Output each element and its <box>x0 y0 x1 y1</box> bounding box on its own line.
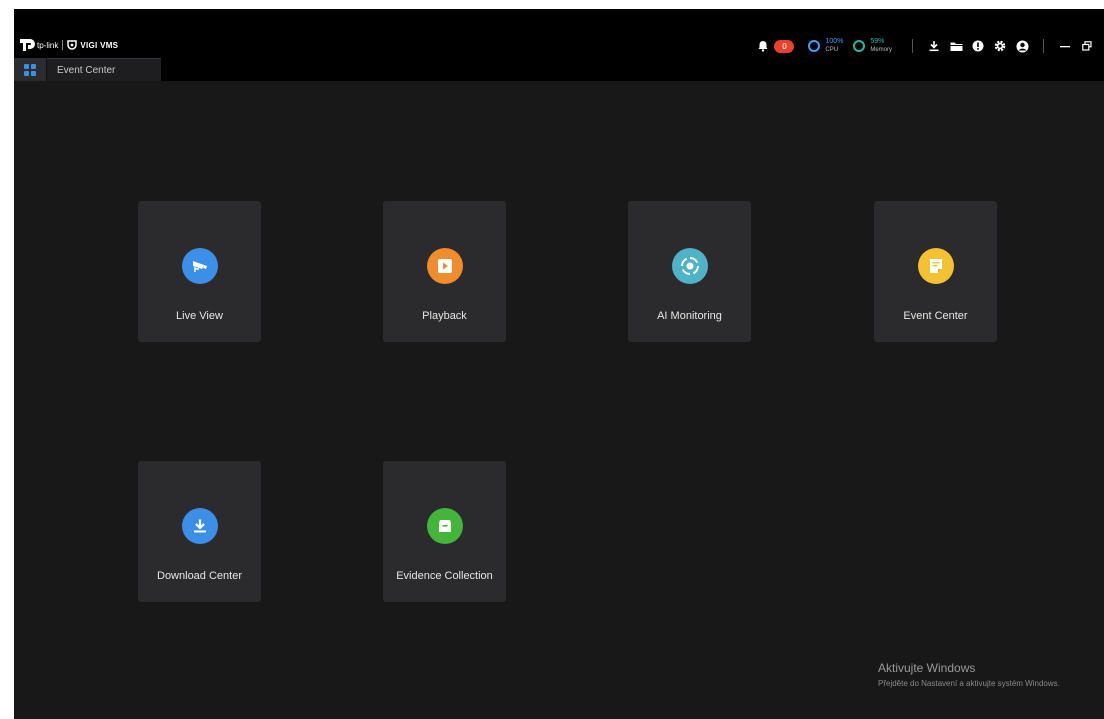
memory-percent: 59% <box>870 38 885 45</box>
cpu-label: CPU <box>825 47 839 53</box>
tile-label: AI Monitoring <box>657 310 722 322</box>
bell-icon <box>754 37 772 55</box>
watermark-subtitle: Přejděte do Nastavení a aktivujte systém… <box>878 679 1060 688</box>
folder-icon[interactable] <box>947 37 965 55</box>
tile-label: Evidence Collection <box>396 570 493 582</box>
grid-icon <box>24 63 36 76</box>
notification-button[interactable]: 0 <box>754 37 795 55</box>
download-icon[interactable] <box>925 37 943 55</box>
tp-link-logo-icon <box>20 39 35 51</box>
download-icon <box>181 508 218 544</box>
play-icon <box>426 248 463 284</box>
tab-label: Event Center <box>57 64 116 76</box>
tab-strip: Event Center <box>14 58 161 81</box>
tile-download-center[interactable]: Download Center <box>138 461 261 602</box>
cpu-ring-icon <box>808 40 821 52</box>
info-icon[interactable] <box>969 37 987 55</box>
tile-playback[interactable]: Playback <box>383 201 506 342</box>
gear-icon[interactable] <box>991 37 1009 55</box>
logo-divider <box>62 40 64 50</box>
memory-ring-icon <box>853 40 866 52</box>
minimize-icon[interactable] <box>1056 37 1074 55</box>
window-controls-divider <box>1043 39 1044 53</box>
app-window: tp-link VIGI VMS Event Center 0 100% CPU… <box>14 9 1104 719</box>
tile-label: Playback <box>422 310 467 322</box>
tile-label: Download Center <box>157 570 242 582</box>
tile-event-center[interactable]: Event Center <box>874 201 997 342</box>
tile-evidence-collection[interactable]: Evidence Collection <box>383 461 506 602</box>
note-icon <box>917 248 954 284</box>
vigi-vms-text: VIGI VMS <box>80 40 119 50</box>
avatar-icon[interactable] <box>1013 37 1031 55</box>
restore-icon[interactable] <box>1078 37 1096 55</box>
tile-label: Event Center <box>903 310 968 322</box>
ai-target-icon <box>671 248 708 284</box>
tile-live-view[interactable]: Live View <box>138 201 261 342</box>
watermark-title: Aktivujte Windows <box>878 661 976 675</box>
notification-count-badge: 0 <box>774 39 795 53</box>
memory-label: Memory <box>870 47 892 53</box>
tab-event-center[interactable]: Event Center <box>47 58 161 81</box>
memory-meter: 59% Memory <box>853 38 892 54</box>
status-toolbar: 0 100% CPU 59% Memory <box>754 36 1104 56</box>
camera-icon <box>181 248 218 284</box>
cpu-percent: 100% <box>825 38 844 45</box>
toolbar-divider <box>912 39 913 53</box>
archive-icon <box>426 508 463 544</box>
vigi-shield-icon <box>67 40 78 50</box>
tile-ai-monitoring[interactable]: AI Monitoring <box>628 201 751 342</box>
logo: tp-link VIGI VMS <box>18 37 118 53</box>
tp-link-text: tp-link <box>37 40 59 50</box>
home-tab[interactable] <box>14 58 47 81</box>
tile-label: Live View <box>176 310 223 322</box>
windows-activation-watermark: Aktivujte Windows Přejděte do Nastavení … <box>878 661 1060 688</box>
cpu-meter: 100% CPU <box>808 38 843 54</box>
title-bar: tp-link VIGI VMS Event Center 0 100% CPU… <box>14 9 1104 81</box>
